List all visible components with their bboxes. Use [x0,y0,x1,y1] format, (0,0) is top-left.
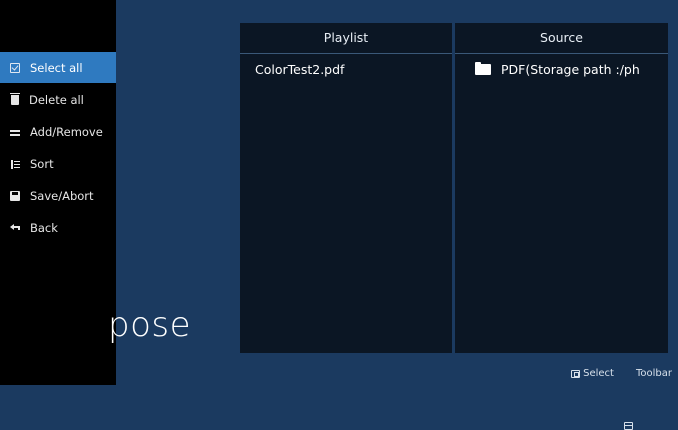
toolbar-item-label: Sort [30,156,54,171]
toolbar-item-back[interactable]: Back [0,212,116,243]
source-header: Source [455,23,668,54]
toolbar-item-delete-all[interactable]: Delete all [0,84,116,115]
left-toolbar: Select all Delete all Add/Remove Sort Sa… [0,0,116,385]
toolbar-item-label: Delete all [29,92,84,107]
toolbar-key-icon [623,421,633,430]
ok-key-icon [571,369,581,378]
toolbar-menu: Select all Delete all Add/Remove Sort Sa… [0,52,116,244]
playlist-header: Playlist [240,23,452,54]
hint-toolbar-label: Toolbar [635,368,672,379]
playlist-panel: Playlist ColorTest2.pdf [240,23,452,353]
toolbar-item-select-all[interactable]: Select all [0,52,116,83]
hint-select-label: Select [583,368,614,379]
key-hint-bar: Select Toolbar [571,368,672,430]
toolbar-item-label: Save/Abort [30,188,94,203]
folder-icon [475,62,491,75]
checkbox-icon [10,62,20,73]
background-title-text: pose [108,305,192,345]
save-icon [10,190,20,201]
toolbar-item-label: Add/Remove [30,124,103,139]
toolbar-item-sort[interactable]: Sort [0,148,116,179]
playlist-item[interactable]: ColorTest2.pdf [240,62,452,77]
toolbar-item-label: Select all [30,60,83,75]
trash-icon [10,92,20,105]
toolbar-item-add-remove[interactable]: Add/Remove [0,116,116,147]
toolbar-item-save-abort[interactable]: Save/Abort [0,180,116,211]
source-item-label: PDF(Storage path :/ph [501,62,640,77]
sort-icon [10,159,20,169]
back-icon [10,223,20,233]
source-item-pdf[interactable]: PDF(Storage path :/ph [455,62,668,77]
toolbar-item-label: Back [30,220,58,235]
add-remove-icon [10,127,20,137]
source-panel: Source PDF(Storage path :/ph [455,23,668,353]
